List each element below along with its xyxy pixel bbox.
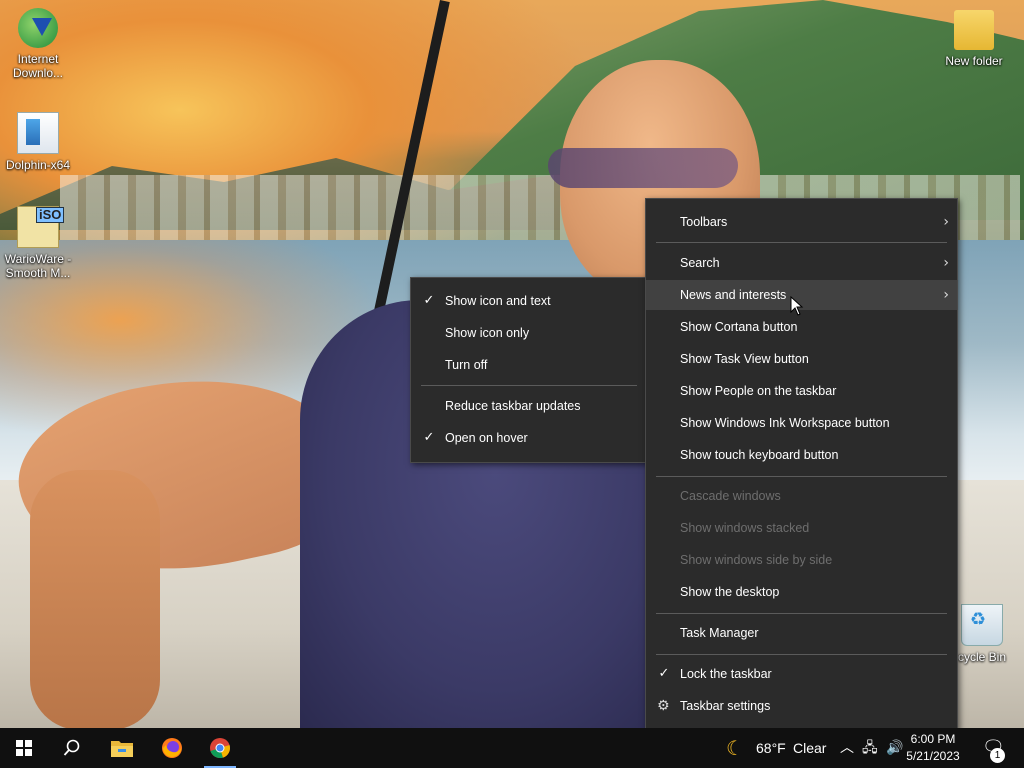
wallpaper-forearm [30, 470, 160, 728]
chevron-up-icon[interactable]: ︿ [840, 728, 854, 768]
menu-item-cascade-windows: Cascade windows [680, 489, 781, 503]
clock-date: 5/21/2023 [906, 749, 960, 763]
menu-item-windows-stacked: Show windows stacked [680, 521, 810, 535]
idm-icon [18, 8, 58, 48]
firefox-button[interactable] [148, 728, 196, 768]
menu-item-show-touch-keyboard[interactable]: Show touch keyboard button [646, 440, 957, 470]
wallpaper-sunglasses [548, 148, 738, 188]
search-icon [63, 739, 80, 756]
menu-item-lock-taskbar[interactable]: ✓ Lock the taskbar [646, 659, 957, 689]
menu-separator [656, 654, 947, 655]
desktop-icon-label: WarioWare - Smooth M... [4, 252, 72, 280]
weather-condition: Clear [793, 740, 827, 756]
clock-time: 6:00 PM [910, 732, 956, 746]
iso-file-icon: iSO [17, 206, 65, 248]
start-icon [16, 740, 32, 756]
search-button[interactable] [48, 728, 96, 768]
desktop-icon-label: Dolphin-x64 [5, 158, 71, 172]
menu-item-show-desktop[interactable]: Show the desktop [646, 577, 957, 607]
menu-item-taskbar-settings[interactable]: ⚙ Taskbar settings [646, 691, 957, 721]
check-icon: ✓ [423, 293, 435, 308]
menu-item-search[interactable]: Search › [646, 248, 957, 278]
submenu-item-show-icon-only[interactable]: Show icon only [411, 318, 647, 348]
desktop-icon-new-folder[interactable]: New folder [936, 10, 1012, 68]
menu-separator [656, 613, 947, 614]
menu-item-task-manager[interactable]: Task Manager [646, 618, 957, 648]
desktop-icon-label: New folder [945, 54, 1003, 68]
chrome-button[interactable] [196, 728, 244, 768]
start-button[interactable] [0, 728, 48, 768]
menu-item-toolbars[interactable]: Toolbars › [646, 207, 957, 237]
menu-item-show-windows-ink[interactable]: Show Windows Ink Workspace button [646, 408, 957, 438]
news-interests-submenu: ✓ Show icon and text Show icon only Turn… [410, 277, 648, 463]
recycle-bin-icon [961, 604, 1003, 646]
menu-separator [656, 242, 947, 243]
submenu-item-show-icon-and-text[interactable]: ✓ Show icon and text [411, 286, 647, 316]
menu-item-show-task-view-button[interactable]: Show Task View button [646, 344, 957, 374]
file-explorer-icon [111, 741, 133, 757]
submenu-item-open-on-hover[interactable]: ✓ Open on hover [411, 423, 647, 453]
chevron-right-icon: › [943, 214, 949, 230]
desktop-icon-idm[interactable]: Internet Downlo... [0, 8, 76, 80]
menu-item-windows-side-by-side: Show windows side by side [680, 553, 833, 567]
chevron-right-icon: › [943, 287, 949, 303]
chevron-right-icon: › [943, 255, 949, 271]
firefox-icon [162, 738, 182, 758]
submenu-item-reduce-taskbar-updates[interactable]: Reduce taskbar updates [411, 391, 647, 421]
submenu-item-turn-off[interactable]: Turn off [411, 350, 647, 380]
system-clock[interactable]: 6:00 PM 5/21/2023 [900, 731, 966, 765]
dolphin-icon [17, 112, 59, 154]
desktop-icon-label: Internet Downlo... [12, 52, 64, 80]
network-icon[interactable]: 🖧 [862, 728, 878, 768]
file-explorer-button[interactable] [98, 728, 146, 768]
menu-separator [421, 385, 637, 386]
check-icon: ✓ [658, 666, 670, 681]
folder-icon [954, 10, 994, 50]
desktop-icon-warioware[interactable]: iSO WarioWare - Smooth M... [0, 206, 76, 280]
check-icon: ✓ [423, 430, 435, 445]
chrome-icon [210, 738, 230, 759]
menu-item-show-cortana-button[interactable]: Show Cortana button [646, 312, 957, 342]
desktop-icon-dolphin[interactable]: Dolphin-x64 [0, 112, 76, 172]
weather-temp: 68°F [756, 740, 786, 756]
notification-count-badge: 1 [990, 748, 1005, 763]
taskbar-context-menu: Toolbars › Search › News and interests ›… [645, 198, 958, 731]
menu-separator [656, 476, 947, 477]
gear-icon: ⚙ [657, 698, 670, 714]
menu-item-show-people[interactable]: Show People on the taskbar [646, 376, 957, 406]
taskbar: ☾ 68°F Clear ︿ 🖧 🔊 6:00 PM 5/21/2023 🗨 [0, 728, 1024, 768]
moon-icon: ☾ [726, 736, 744, 760]
iso-badge: iSO [36, 207, 65, 223]
